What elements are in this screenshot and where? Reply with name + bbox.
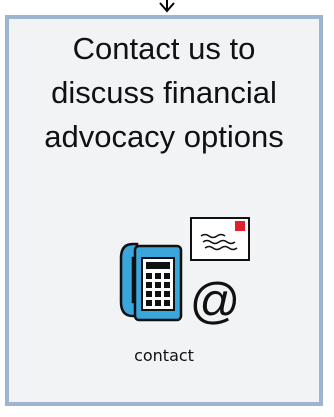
symbol-label: contact: [134, 346, 194, 365]
headline-line-1: Contact us to: [72, 31, 256, 66]
contact-icon: @: [119, 217, 250, 329]
envelope-icon: [190, 217, 250, 261]
card-headline: Contact us to discuss financial advocacy…: [9, 27, 319, 159]
headline-line-2: discuss financial: [51, 75, 277, 110]
contact-card: Contact us to discuss financial advocacy…: [5, 15, 323, 406]
at-sign-icon: @: [190, 273, 241, 329]
telephone-icon: [119, 242, 183, 322]
headline-line-3: advocacy options: [44, 119, 284, 154]
